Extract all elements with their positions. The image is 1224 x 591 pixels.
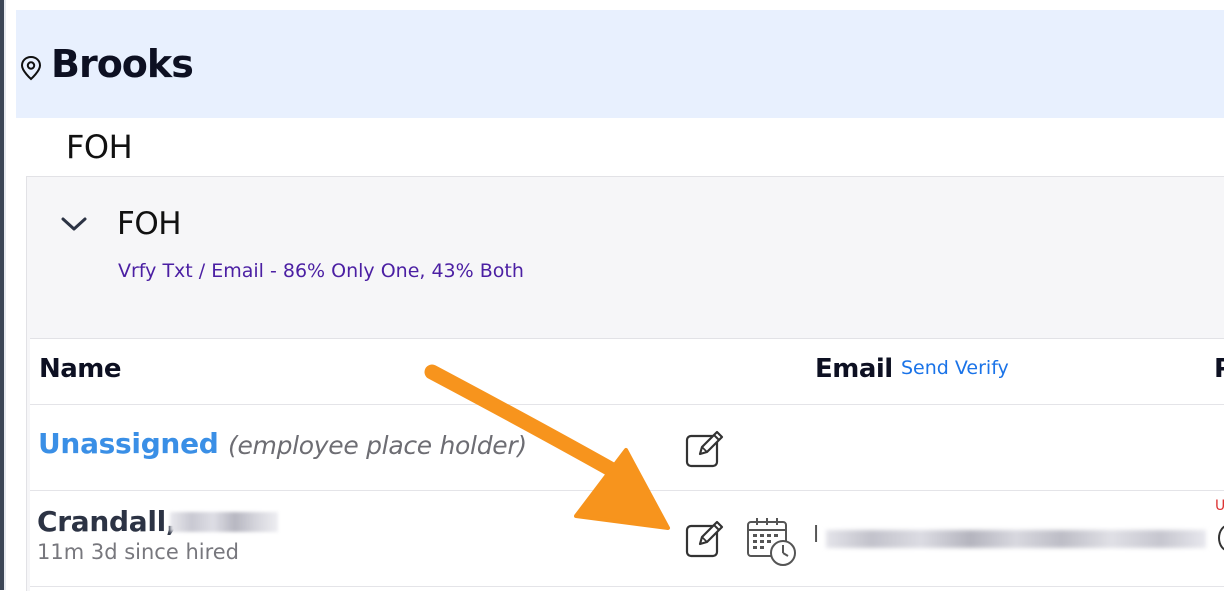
left-rail-edge — [4, 0, 6, 590]
send-verify-link[interactable]: Send Verify — [901, 357, 1009, 379]
row-divider — [30, 586, 1224, 587]
chevron-down-icon[interactable] — [60, 214, 88, 234]
unassigned-link[interactable]: Unassigned — [38, 427, 219, 460]
department-title: FOH — [66, 128, 133, 166]
verify-stats: Vrfy Txt / Email - 86% Only One, 43% Bot… — [118, 260, 524, 282]
employee-email: l — [813, 523, 820, 548]
column-header-name: Name — [39, 354, 122, 384]
row-divider — [30, 490, 1224, 491]
employee-tenure: 11m 3d since hired — [37, 540, 240, 564]
column-header-email: Email — [815, 354, 893, 384]
section-title[interactable]: FOH — [117, 206, 182, 242]
status-label: U — [1215, 498, 1224, 514]
row-divider — [30, 404, 1224, 405]
employee-name[interactable]: Crandall, — [37, 505, 177, 538]
location-header: Brooks — [16, 10, 1224, 118]
placeholder-note: (employee place holder) — [228, 431, 527, 460]
redacted-email — [826, 530, 1206, 548]
location-name: Brooks — [51, 42, 194, 86]
column-header-next: P — [1214, 354, 1224, 384]
edit-icon[interactable] — [684, 517, 726, 559]
map-pin-icon — [20, 55, 42, 81]
schedule-icon[interactable] — [745, 516, 799, 568]
edit-icon[interactable] — [684, 427, 726, 469]
redacted-name — [170, 512, 278, 532]
